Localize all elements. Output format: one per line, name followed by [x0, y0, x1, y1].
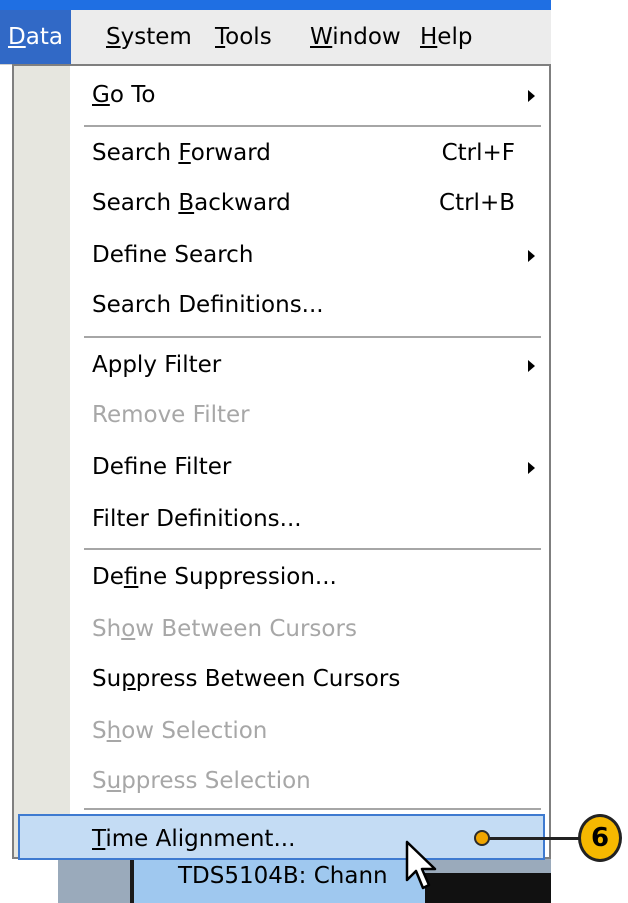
menu-item-show-between-cursors-label: Show Between Cursors [92, 606, 357, 652]
menu-help-label: elp [437, 24, 473, 50]
background-dark-area [425, 873, 551, 903]
define-suppression-pre: De [92, 564, 124, 590]
menu-data-mnemonic: D [8, 24, 26, 50]
menu-item-define-search[interactable]: Define Search [70, 232, 549, 278]
show-selection-pre: S [92, 718, 107, 744]
menu-item-remove-filter-label: Remove Filter [92, 402, 250, 428]
menu-item-define-suppression-label: Define Suppression... [92, 554, 337, 600]
menu-item-apply-filter[interactable]: Apply Filter [70, 342, 549, 388]
menu-window-mnemonic: W [310, 24, 333, 50]
menu-item-define-search-label: Define Search [92, 242, 254, 268]
menu-window[interactable]: Window [302, 10, 409, 64]
menu-item-apply-filter-label: Apply Filter [92, 352, 222, 378]
menu-window-label: indow [332, 24, 401, 50]
menu-tools[interactable]: Tools [207, 10, 280, 64]
suppress-between-mnemonic: p [121, 666, 136, 692]
menu-separator [84, 808, 541, 810]
menu-separator [84, 336, 541, 338]
menu-item-suppress-selection-label: Suppress Selection [92, 758, 311, 804]
show-between-post: w Between Cursors [135, 616, 357, 642]
go-to-mnemonic: G [92, 82, 110, 108]
menu-item-search-backward[interactable]: Search Backward Ctrl+B [70, 180, 549, 226]
menu-separator [84, 548, 541, 550]
menu-item-search-forward-label: Search Forward [92, 130, 271, 176]
suppress-selection-pre: S [92, 768, 107, 794]
define-suppression-mnemonic: f [123, 564, 139, 590]
menu-gutter [14, 66, 70, 857]
menu-help-mnemonic: H [420, 24, 438, 50]
suppress-selection-mnemonic: u [106, 768, 122, 794]
menu-item-define-suppression[interactable]: Define Suppression... [70, 554, 549, 600]
show-selection-post: ow Selection [121, 718, 268, 744]
menu-item-go-to[interactable]: Go To [70, 72, 549, 118]
menu-bar: Data System Tools Window Help [0, 10, 551, 65]
submenu-arrow-icon [528, 462, 535, 474]
menu-help[interactable]: Help [412, 10, 480, 64]
data-dropdown-menu: Go To Search Forward Ctrl+F Search Backw… [12, 64, 551, 860]
background-channel-field: TDS5104B: Chann [130, 859, 425, 903]
go-to-text: o To [109, 82, 156, 108]
search-backward-mnemonic: B [178, 190, 195, 216]
submenu-arrow-icon [528, 90, 535, 102]
search-backward-post: ackward [194, 190, 291, 216]
menu-item-search-forward[interactable]: Search Forward Ctrl+F [70, 130, 549, 176]
menu-item-show-between-cursors: Show Between Cursors [70, 606, 549, 652]
search-forward-shortcut: Ctrl+F [441, 140, 515, 166]
menu-item-search-definitions-label: Search Definitions... [92, 292, 324, 318]
show-selection-mnemonic: h [106, 718, 122, 744]
menu-data-label: ata [25, 24, 63, 50]
menu-item-search-backward-label: Search Backward [92, 180, 291, 226]
submenu-arrow-icon [528, 360, 535, 372]
search-forward-post: orward [190, 140, 271, 166]
callout-leader-line [482, 837, 582, 840]
menu-separator [84, 125, 541, 127]
show-between-pre: Sh [92, 616, 122, 642]
menu-item-define-filter[interactable]: Define Filter [70, 444, 549, 490]
menu-item-search-definitions[interactable]: Search Definitions... [70, 282, 549, 328]
search-forward-mnemonic: F [178, 140, 191, 166]
menu-item-filter-definitions-label: Filter Definitions... [92, 506, 302, 532]
submenu-arrow-icon [528, 250, 535, 262]
suppress-selection-post: ppress Selection [121, 768, 311, 794]
menu-tools-mnemonic: T [215, 24, 226, 50]
menu-item-remove-filter: Remove Filter [70, 392, 549, 438]
search-backward-pre: Search [92, 190, 179, 216]
callout-number-badge: 6 [578, 814, 622, 862]
menu-item-filter-definitions[interactable]: Filter Definitions... [70, 496, 549, 542]
menu-item-suppress-between-cursors[interactable]: Suppress Between Cursors [70, 656, 549, 702]
menu-item-show-selection: Show Selection [70, 708, 549, 754]
menu-item-define-filter-label: Define Filter [92, 454, 232, 480]
search-forward-pre: Search [92, 140, 179, 166]
menu-item-suppress-selection: Suppress Selection [70, 758, 549, 804]
menu-system-mnemonic: S [106, 24, 121, 50]
callout-dot [474, 830, 490, 846]
search-backward-shortcut: Ctrl+B [439, 190, 515, 216]
show-between-mnemonic: o [121, 616, 136, 642]
suppress-between-pre: Su [92, 666, 122, 692]
time-alignment-post: ime Alignment... [105, 826, 296, 852]
menu-item-time-alignment[interactable]: Time Alignment... [18, 814, 545, 860]
menu-item-show-selection-label: Show Selection [92, 708, 267, 754]
menu-tools-label: ools [225, 24, 272, 50]
mouse-pointer-icon [405, 840, 437, 890]
suppress-between-post: press Between Cursors [135, 666, 401, 692]
menu-data[interactable]: Data [0, 10, 71, 64]
background-channel-text: TDS5104B: Chann [178, 863, 388, 889]
title-bar-strip [0, 0, 551, 10]
menu-item-time-alignment-label: Time Alignment... [92, 816, 295, 862]
menu-system-label: ystem [120, 24, 192, 50]
time-alignment-mnemonic: T [92, 826, 106, 852]
define-suppression-post: ine Suppression... [138, 564, 337, 590]
menu-item-suppress-between-cursors-label: Suppress Between Cursors [92, 656, 400, 702]
menu-system[interactable]: System [98, 10, 200, 64]
menu-item-go-to-label: Go To [92, 72, 155, 118]
